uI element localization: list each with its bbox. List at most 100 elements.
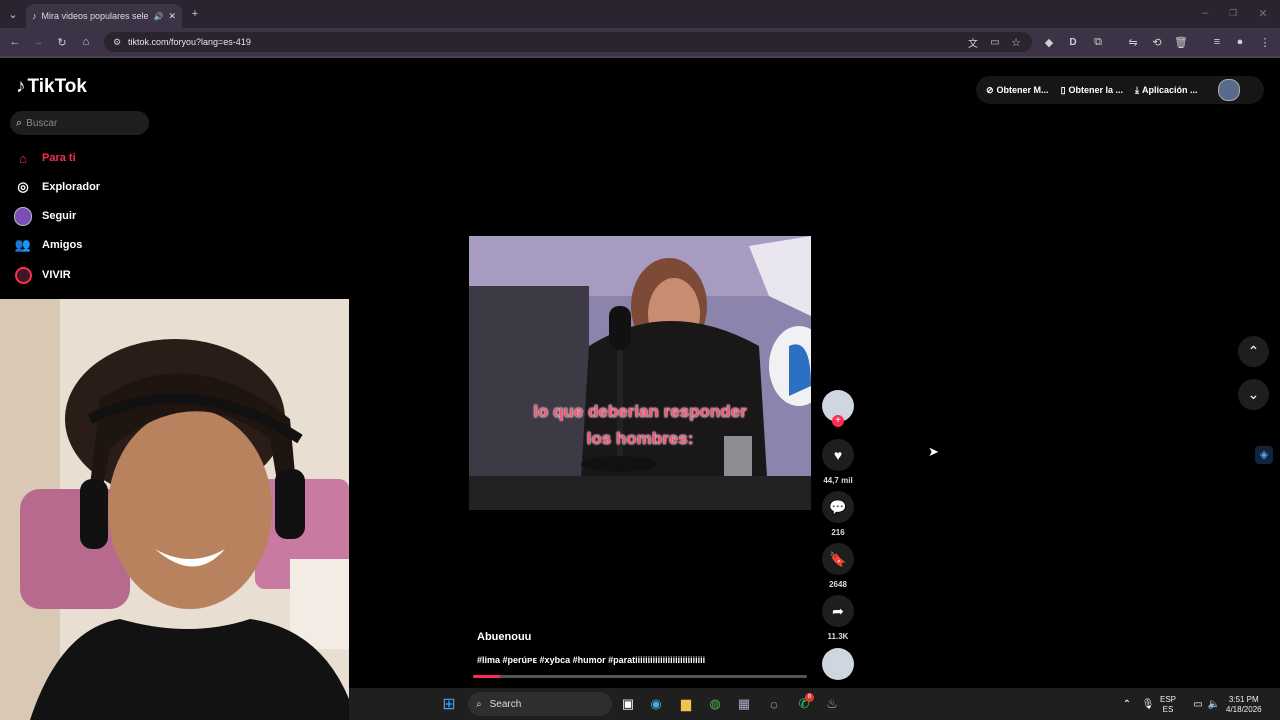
video-player[interactable] bbox=[469, 236, 811, 510]
share-button[interactable]: ➦ bbox=[822, 595, 854, 627]
extension-d-icon[interactable]: D bbox=[1064, 33, 1082, 51]
nav-item-seguir[interactable]: Seguir bbox=[14, 204, 76, 228]
friends-icon: 👥 bbox=[14, 237, 32, 252]
volume-icon[interactable]: 🔈 bbox=[1204, 694, 1224, 714]
split-view-icon[interactable]: ⇋ bbox=[1124, 33, 1142, 51]
chevron-up-icon: ⌃ bbox=[1247, 343, 1260, 359]
previous-video-button[interactable]: ⌃ bbox=[1238, 336, 1269, 367]
shield-extension-icon[interactable]: ◈ bbox=[1255, 446, 1273, 464]
video-author[interactable]: Abuenouu bbox=[477, 631, 531, 643]
coin-icon: ⊘ bbox=[986, 84, 994, 95]
video-progress-bar[interactable] bbox=[473, 675, 807, 678]
video-caption: lo que deberian responder los hombres: bbox=[480, 398, 800, 452]
top-actions: ⊘ Obtener M... ▯ Obtener la ... ⤓ Aplicació… bbox=[976, 76, 1264, 104]
user-avatar[interactable] bbox=[1217, 79, 1240, 101]
extensions-puzzle-icon[interactable]: ⧉ bbox=[1089, 33, 1107, 51]
nav-label: VIVIR bbox=[42, 269, 71, 281]
mouse-cursor-icon: ➤ bbox=[928, 444, 939, 459]
tiktok-favicon-icon: ♪ bbox=[32, 11, 37, 21]
comment-icon: 💬 bbox=[829, 498, 847, 515]
home-browser-icon[interactable]: ⌂ bbox=[77, 33, 95, 51]
comment-button[interactable]: 💬 bbox=[822, 491, 854, 523]
save-button[interactable]: 🔖 bbox=[822, 543, 854, 575]
heart-icon: ♥ bbox=[833, 447, 843, 463]
tiktok-note-icon: ♪ bbox=[16, 76, 26, 97]
music-disc-avatar[interactable] bbox=[822, 648, 854, 680]
phone-icon: ▯ bbox=[1060, 84, 1066, 95]
share-icon: ➦ bbox=[832, 602, 844, 619]
windows-start-icon[interactable]: ⊞ bbox=[439, 694, 459, 714]
progress-fill bbox=[473, 675, 500, 678]
task-view-icon[interactable]: ▣ bbox=[618, 694, 638, 714]
new-tab-icon[interactable]: + bbox=[186, 5, 204, 23]
tab-search-icon[interactable]: ⌄ bbox=[4, 5, 22, 23]
download-icon: ⤓ bbox=[1135, 84, 1140, 95]
video-frame bbox=[469, 236, 811, 510]
bookmark-icon: 🔖 bbox=[829, 550, 847, 567]
chrome-icon[interactable]: ◍ bbox=[705, 694, 725, 714]
language-indicator[interactable]: ESP ES bbox=[1160, 695, 1176, 715]
like-button[interactable]: ♥ bbox=[822, 439, 854, 471]
lang-line-2: ES bbox=[1162, 705, 1174, 714]
like-count: 44,7 mil bbox=[823, 476, 853, 485]
nav-item-para-ti[interactable]: ⌂ Para ti bbox=[14, 146, 76, 170]
btn-label: Aplicación ... bbox=[1142, 85, 1198, 95]
bookmark-star-icon[interactable]: ☆ bbox=[1007, 33, 1025, 51]
compass-icon: ◎ bbox=[17, 179, 29, 194]
video-hashtags[interactable]: #lima #perúᴘᴇ #xybca #humor #paratiiiiii… bbox=[477, 655, 705, 665]
steam-icon[interactable]: ♨ bbox=[822, 694, 842, 714]
search-input[interactable]: ⌕ Buscar bbox=[10, 111, 149, 135]
tiktok-logo[interactable]: ♪ TikTok bbox=[16, 76, 87, 98]
lang-line-1: ESP bbox=[1160, 695, 1177, 704]
microphone-icon[interactable]: 🎙 bbox=[1138, 694, 1158, 714]
next-video-button[interactable]: ⌄ bbox=[1238, 379, 1269, 410]
file-explorer-icon[interactable]: ▆ bbox=[676, 694, 696, 714]
tray-overflow-icon[interactable]: ⌃ bbox=[1117, 694, 1137, 714]
comment-count: 216 bbox=[831, 528, 845, 537]
btn-label: Obtener M... bbox=[996, 85, 1049, 95]
get-app-button[interactable]: ▯ Obtener la ... bbox=[1061, 85, 1123, 96]
taskbar-search-label: Search bbox=[489, 698, 522, 710]
follow-plus-icon[interactable]: + bbox=[832, 415, 844, 427]
profile-icon[interactable]: ● bbox=[1231, 33, 1249, 51]
whatsapp-badge: 8 bbox=[805, 693, 814, 702]
tab-close-icon[interactable]: ✕ bbox=[168, 11, 176, 22]
browser-tab[interactable]: ♪ Mira videos populares sele 🔊 ✕ bbox=[26, 4, 182, 28]
window-close-icon[interactable]: ✕ bbox=[1254, 4, 1272, 22]
browser-taskbar-icon[interactable]: ◌ bbox=[764, 694, 784, 714]
translate-icon[interactable]: 文 bbox=[964, 33, 982, 51]
history-icon[interactable]: ⟲ bbox=[1148, 33, 1166, 51]
webcam-image bbox=[0, 299, 349, 720]
site-info-icon[interactable]: ⚙ bbox=[108, 33, 126, 51]
taskbar-search[interactable]: ⌕ Search bbox=[468, 692, 612, 716]
nav-label: Explorador bbox=[42, 181, 101, 193]
minimize-icon[interactable]: – bbox=[1196, 4, 1214, 22]
edge-icon[interactable]: ◉ bbox=[646, 694, 666, 714]
share-count: 11.3K bbox=[827, 632, 849, 641]
extension-diamond-icon[interactable]: ◆ bbox=[1040, 33, 1058, 51]
trash-icon[interactable]: 🗑 bbox=[1172, 33, 1190, 51]
nav-item-vivir[interactable]: VIVIR bbox=[14, 263, 71, 287]
menu-dots-icon[interactable]: ⋮ bbox=[1256, 33, 1274, 51]
clock-time: 3:51 PM bbox=[1228, 695, 1259, 704]
reload-icon[interactable]: ↻ bbox=[53, 33, 71, 51]
following-avatar-icon bbox=[14, 206, 32, 226]
clock[interactable]: 3:51 PM 4/18/2026 bbox=[1226, 695, 1262, 715]
back-icon[interactable]: ← bbox=[6, 33, 24, 51]
nav-item-amigos[interactable]: 👥 Amigos bbox=[14, 233, 82, 257]
reading-list-icon[interactable]: ≡ bbox=[1208, 33, 1226, 51]
caption-line-1: lo que deberian responder bbox=[533, 402, 747, 421]
address-bar[interactable]: tiktok.com/foryou?lang=es-419 bbox=[104, 32, 1032, 52]
forward-icon[interactable]: → bbox=[29, 33, 47, 51]
get-coins-button[interactable]: ⊘ Obtener M... bbox=[986, 85, 1049, 96]
chevron-down-icon: ⌄ bbox=[1247, 386, 1260, 402]
url-text: tiktok.com/foryou?lang=es-419 bbox=[128, 37, 251, 47]
speaker-icon[interactable]: 🔊 bbox=[153, 12, 163, 21]
clock-date: 4/18/2026 bbox=[1226, 705, 1262, 714]
cast-icon[interactable]: ▭ bbox=[986, 33, 1004, 51]
calculator-icon[interactable]: ▦ bbox=[734, 694, 754, 714]
nav-item-explorador[interactable]: ◎ Explorador bbox=[14, 175, 100, 199]
desktop-app-button[interactable]: ⤓ Aplicación ... bbox=[1135, 85, 1198, 96]
maximize-icon[interactable]: ❐ bbox=[1224, 4, 1242, 22]
logo-text: TikTok bbox=[27, 76, 87, 97]
